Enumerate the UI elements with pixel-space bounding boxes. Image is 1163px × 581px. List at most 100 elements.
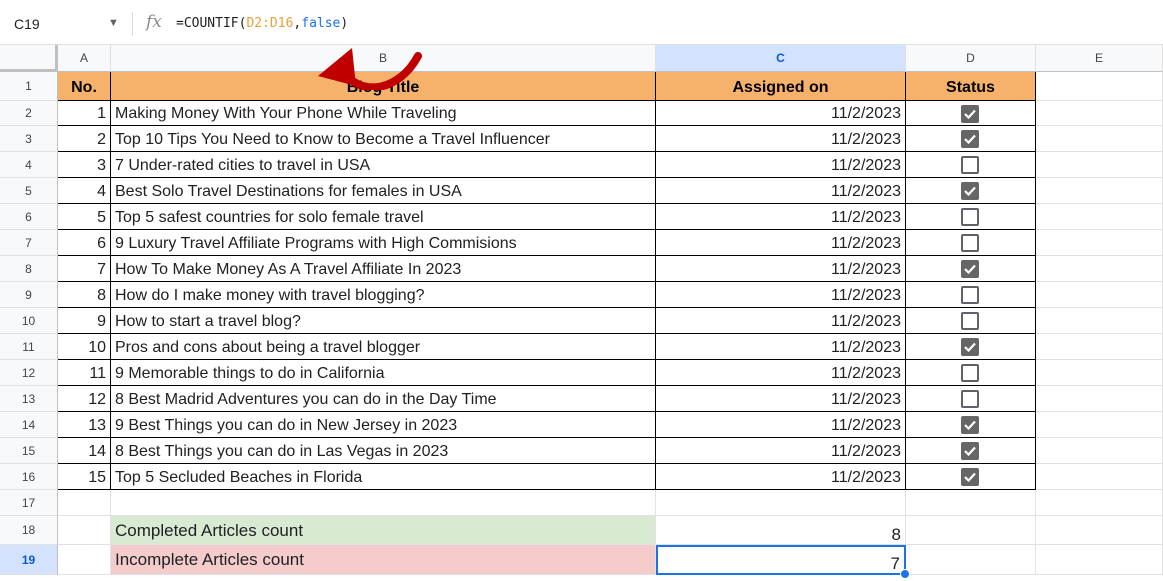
name-box[interactable]: C19 ▼ — [0, 8, 128, 38]
empty-cell[interactable] — [906, 516, 1036, 545]
empty-cell[interactable] — [58, 490, 111, 516]
empty-cell[interactable] — [1036, 516, 1163, 545]
column-header-c[interactable]: C — [656, 45, 906, 72]
empty-cell[interactable] — [1036, 178, 1163, 204]
empty-cell[interactable] — [1036, 101, 1163, 126]
empty-cell[interactable] — [1036, 72, 1163, 101]
checkbox-unchecked[interactable] — [961, 364, 979, 382]
empty-cell[interactable] — [1036, 204, 1163, 230]
empty-cell[interactable] — [58, 516, 111, 545]
cell-assigned-date[interactable]: 11/2/2023 — [656, 230, 906, 256]
empty-cell[interactable] — [1036, 545, 1163, 575]
cell-blog-title[interactable]: Best Solo Travel Destinations for female… — [111, 178, 656, 204]
empty-cell[interactable] — [58, 545, 111, 575]
cell-assigned-date[interactable]: 11/2/2023 — [656, 101, 906, 126]
cell-no[interactable]: 11 — [58, 360, 111, 386]
cell-assigned-date[interactable]: 11/2/2023 — [656, 334, 906, 360]
row-header[interactable]: 4 — [0, 152, 58, 178]
fill-handle[interactable] — [900, 569, 910, 579]
cell-assigned-date[interactable]: 11/2/2023 — [656, 464, 906, 490]
checkbox-checked[interactable] — [961, 182, 979, 200]
checkbox-checked[interactable] — [961, 338, 979, 356]
row-header[interactable]: 9 — [0, 282, 58, 308]
cell-assigned-date[interactable]: 11/2/2023 — [656, 178, 906, 204]
checkbox-unchecked[interactable] — [961, 390, 979, 408]
cell-assigned-date[interactable]: 11/2/2023 — [656, 386, 906, 412]
cell-blog-title[interactable]: 9 Memorable things to do in California — [111, 360, 656, 386]
cell-no[interactable]: 1 — [58, 101, 111, 126]
empty-cell[interactable] — [906, 545, 1036, 575]
empty-cell[interactable] — [656, 490, 906, 516]
cell-assigned-date[interactable]: 11/2/2023 — [656, 308, 906, 334]
cell-assigned-date[interactable]: 11/2/2023 — [656, 438, 906, 464]
completed-count-label[interactable]: Completed Articles count — [111, 516, 656, 545]
column-header-e[interactable]: E — [1036, 45, 1163, 72]
checkbox-checked[interactable] — [961, 416, 979, 434]
cell-no[interactable]: 2 — [58, 126, 111, 152]
empty-cell[interactable] — [111, 490, 656, 516]
checkbox-checked[interactable] — [961, 260, 979, 278]
empty-cell[interactable] — [1036, 464, 1163, 490]
empty-cell[interactable] — [1036, 386, 1163, 412]
cell-blog-title[interactable]: 8 Best Things you can do in Las Vegas in… — [111, 438, 656, 464]
cell-no[interactable]: 14 — [58, 438, 111, 464]
row-header[interactable]: 13 — [0, 386, 58, 412]
incomplete-count-value[interactable]: 7 — [656, 545, 906, 575]
row-header[interactable]: 7 — [0, 230, 58, 256]
incomplete-count-label[interactable]: Incomplete Articles count — [111, 545, 656, 575]
checkbox-checked[interactable] — [961, 105, 979, 123]
checkbox-unchecked[interactable] — [961, 234, 979, 252]
cell-assigned-date[interactable]: 11/2/2023 — [656, 256, 906, 282]
checkbox-checked[interactable] — [961, 130, 979, 148]
cell-blog-title[interactable]: How do I make money with travel blogging… — [111, 282, 656, 308]
column-header-a[interactable]: A — [58, 45, 111, 72]
row-header[interactable]: 5 — [0, 178, 58, 204]
cell-blog-title[interactable]: 9 Luxury Travel Affiliate Programs with … — [111, 230, 656, 256]
chevron-down-icon[interactable]: ▼ — [108, 17, 119, 29]
row-header[interactable]: 14 — [0, 412, 58, 438]
cell-assigned-date[interactable]: 11/2/2023 — [656, 204, 906, 230]
checkbox-unchecked[interactable] — [961, 208, 979, 226]
empty-cell[interactable] — [1036, 438, 1163, 464]
completed-count-value[interactable]: 8 — [656, 516, 906, 545]
cell-blog-title[interactable]: Top 10 Tips You Need to Know to Become a… — [111, 126, 656, 152]
empty-cell[interactable] — [1036, 126, 1163, 152]
checkbox-unchecked[interactable] — [961, 156, 979, 174]
empty-cell[interactable] — [1036, 256, 1163, 282]
checkbox-checked[interactable] — [961, 442, 979, 460]
cell-no[interactable]: 6 — [58, 230, 111, 256]
column-header-d[interactable]: D — [906, 45, 1036, 72]
row-header[interactable]: 15 — [0, 438, 58, 464]
checkbox-checked[interactable] — [961, 468, 979, 486]
cell-assigned-date[interactable]: 11/2/2023 — [656, 152, 906, 178]
row-header[interactable]: 11 — [0, 334, 58, 360]
row-header[interactable]: 1 — [0, 72, 58, 101]
row-header[interactable]: 8 — [0, 256, 58, 282]
row-header[interactable]: 2 — [0, 101, 58, 126]
empty-cell[interactable] — [1036, 282, 1163, 308]
empty-cell[interactable] — [906, 490, 1036, 516]
cell-no[interactable]: 12 — [58, 386, 111, 412]
header-cell-assigned[interactable]: Assigned on — [656, 72, 906, 101]
empty-cell[interactable] — [1036, 230, 1163, 256]
row-header[interactable]: 6 — [0, 204, 58, 230]
row-header[interactable]: 16 — [0, 464, 58, 490]
row-header[interactable]: 3 — [0, 126, 58, 152]
cell-assigned-date[interactable]: 11/2/2023 — [656, 360, 906, 386]
cell-no[interactable]: 15 — [58, 464, 111, 490]
empty-cell[interactable] — [1036, 308, 1163, 334]
cell-no[interactable]: 4 — [58, 178, 111, 204]
empty-cell[interactable] — [1036, 334, 1163, 360]
cell-assigned-date[interactable]: 11/2/2023 — [656, 412, 906, 438]
cell-assigned-date[interactable]: 11/2/2023 — [656, 282, 906, 308]
cell-no[interactable]: 7 — [58, 256, 111, 282]
cell-blog-title[interactable]: 7 Under-rated cities to travel in USA — [111, 152, 656, 178]
header-cell-status[interactable]: Status — [906, 72, 1036, 101]
cell-no[interactable]: 3 — [58, 152, 111, 178]
checkbox-unchecked[interactable] — [961, 312, 979, 330]
empty-cell[interactable] — [1036, 490, 1163, 516]
cell-no[interactable]: 8 — [58, 282, 111, 308]
cell-no[interactable]: 10 — [58, 334, 111, 360]
cell-blog-title[interactable]: Making Money With Your Phone While Trave… — [111, 101, 656, 126]
cell-blog-title[interactable]: 9 Best Things you can do in New Jersey i… — [111, 412, 656, 438]
